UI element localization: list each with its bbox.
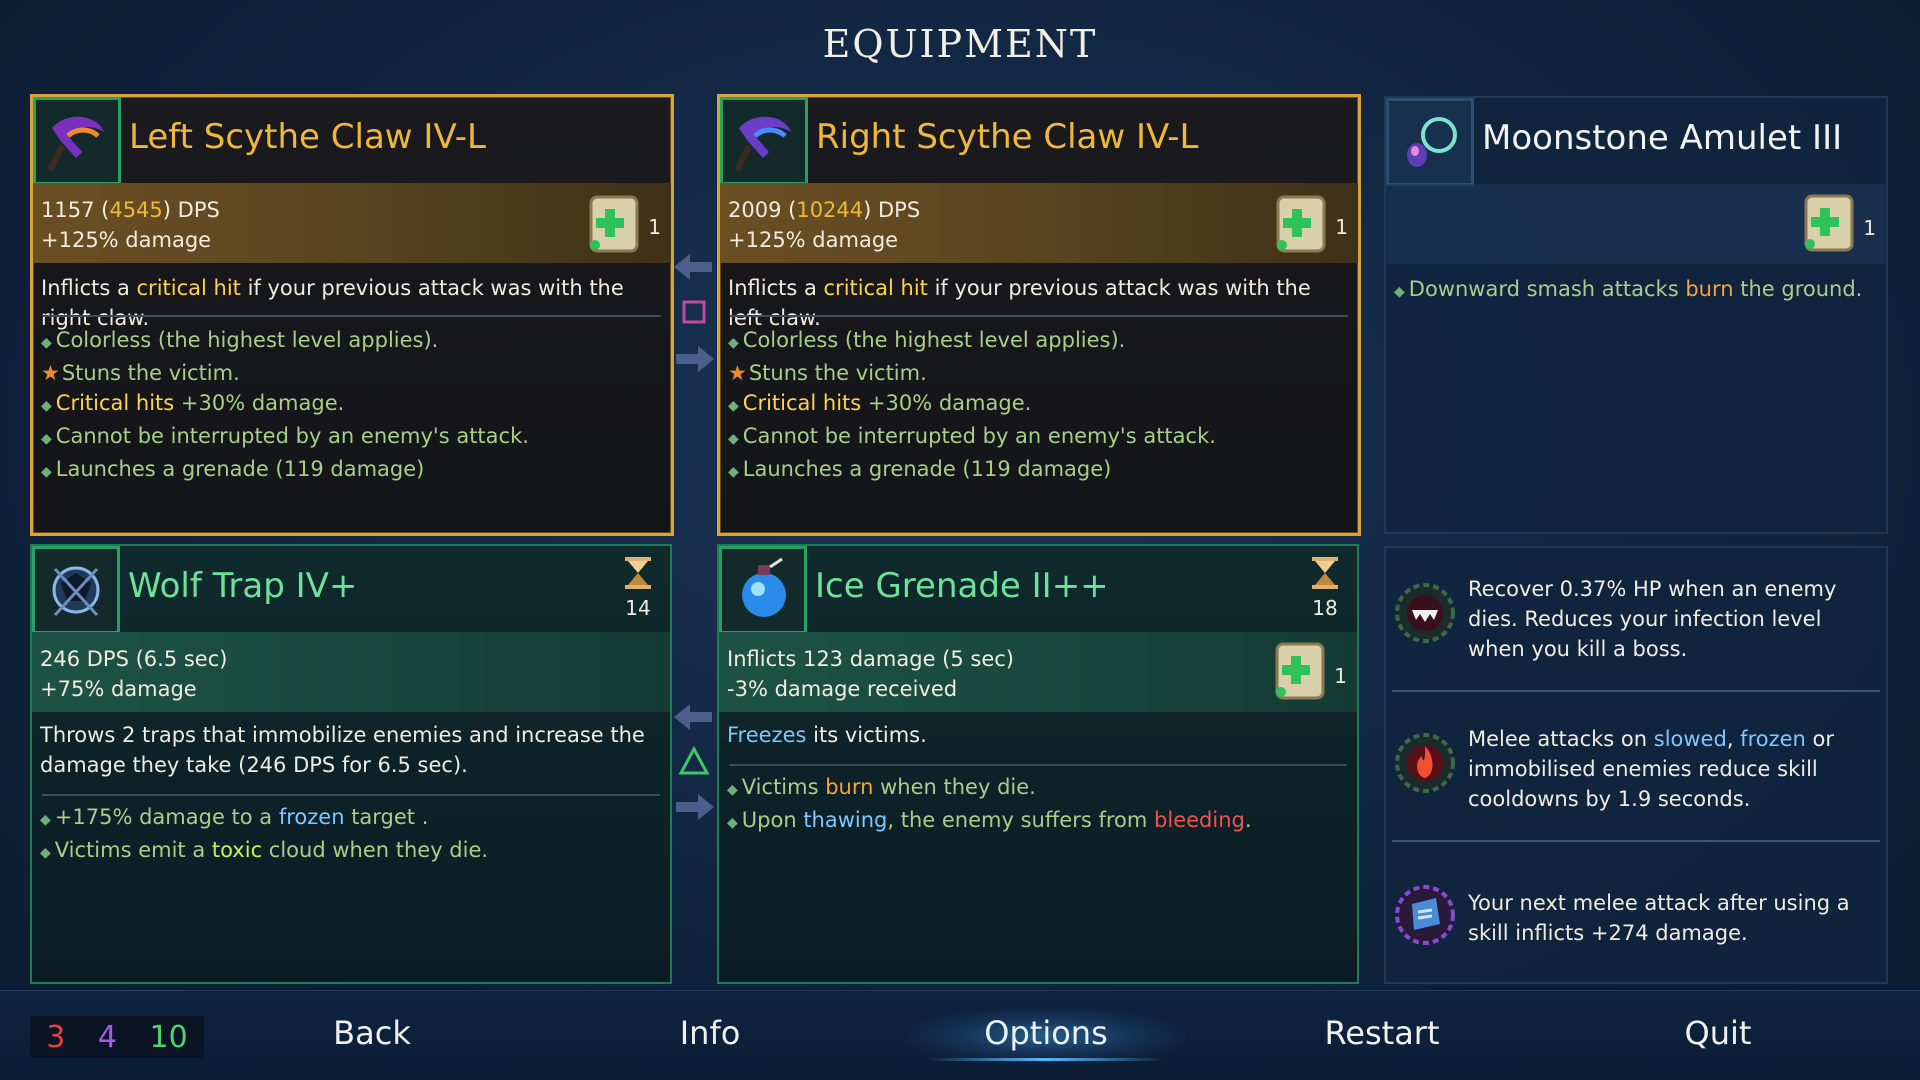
- skill-stats: 246 DPS (6.5 sec) +75% damage: [32, 632, 670, 712]
- brutality-stat: 3: [46, 1019, 66, 1055]
- scroll-icon: [589, 195, 639, 253]
- options-underline: [925, 1058, 1165, 1061]
- divider: [43, 315, 661, 317]
- swap-left-arrow-icon[interactable]: [672, 252, 716, 282]
- skill-description: Throws 2 traps that immobilize enemies a…: [40, 723, 645, 777]
- scroll-icon: [1275, 642, 1325, 700]
- scroll-icon: [1276, 195, 1326, 253]
- divider: [730, 315, 1348, 317]
- restart-button[interactable]: Restart: [1262, 1014, 1502, 1052]
- scroll-count: 1: [1335, 215, 1348, 239]
- skill-bullets: ◆ Victims burn when they die. ◆ Upon thawi…: [727, 775, 1252, 832]
- divider: [1392, 840, 1880, 842]
- amulet-card[interactable]: Moonstone Amulet III 1 ◆ Downward smash a…: [1384, 96, 1888, 534]
- mutation-text: Melee attacks on slowed, frozen or immob…: [1468, 727, 1835, 811]
- mutation-text: Your next melee attack after using a ski…: [1468, 891, 1850, 945]
- hourglass-icon: [625, 557, 651, 589]
- square-button-icon[interactable]: [680, 298, 708, 326]
- scythe-claw-icon: [33, 97, 121, 185]
- weapon-name: Right Scythe Claw IV-L: [816, 117, 1199, 157]
- skill2-card[interactable]: Ice Grenade II++ 18 Inflicts 123 damage …: [717, 544, 1359, 984]
- amulet-bullets: ◆ Downward smash attacks burn the ground.: [1394, 277, 1863, 301]
- scythe-claw-icon: [720, 97, 808, 185]
- left-weapon-card[interactable]: Left Scythe Claw IV-L 1157 (4545) DPS +1…: [30, 94, 674, 536]
- weapon-bullets: ◆ Colorless (the highest level applies). …: [728, 328, 1216, 481]
- tactics-stat: 4: [97, 1019, 117, 1055]
- mutation-text: Recover 0.37% HP when an enemy dies. Red…: [1468, 577, 1837, 661]
- swap-right-arrow-icon[interactable]: [672, 344, 716, 374]
- weapon-bullets: ◆ Colorless (the highest level applies). …: [41, 328, 529, 481]
- weapon-description: Inflicts a critical hit if your previous…: [728, 276, 1311, 330]
- swap-left-arrow-icon[interactable]: [672, 702, 716, 732]
- survival-stat: 10: [149, 1019, 188, 1055]
- mutation-item[interactable]: Recover 0.37% HP when an enemy dies. Red…: [1384, 574, 1888, 674]
- weapon-stats: 2009 (10244) DPS +125% damage: [720, 183, 1358, 263]
- weapon-stats: 1157 (4545) DPS +125% damage: [33, 183, 671, 263]
- skill1-card[interactable]: Wolf Trap IV+ 14 246 DPS (6.5 sec) +75% …: [30, 544, 672, 984]
- divider: [1392, 690, 1880, 692]
- fire-mutation-icon: [1395, 733, 1455, 793]
- quit-button[interactable]: Quit: [1598, 1014, 1838, 1052]
- weapon-description: Inflicts a critical hit if your previous…: [41, 276, 624, 330]
- skill-mutation-icon: [1395, 885, 1455, 945]
- cooldown: 14: [618, 556, 658, 620]
- triangle-button-icon[interactable]: [678, 746, 710, 776]
- skill-name: Wolf Trap IV+: [128, 566, 358, 606]
- weapon-name: Left Scythe Claw IV-L: [129, 117, 486, 157]
- skill-name: Ice Grenade II++: [815, 566, 1109, 606]
- scroll-count: 1: [1334, 664, 1347, 688]
- page-title: EQUIPMENT: [822, 22, 1098, 66]
- amulet-icon: [1386, 98, 1474, 186]
- info-button[interactable]: Info: [590, 1014, 830, 1052]
- divider: [729, 764, 1347, 766]
- options-button[interactable]: Options: [926, 1014, 1166, 1052]
- right-weapon-card[interactable]: Right Scythe Claw IV-L 2009 (10244) DPS …: [717, 94, 1361, 536]
- divider: [42, 794, 660, 796]
- ice-grenade-icon: [719, 546, 807, 634]
- vampire-mutation-icon: [1395, 583, 1455, 643]
- wolf-trap-icon: [32, 546, 120, 634]
- cooldown: 18: [1305, 556, 1345, 620]
- hourglass-icon: [1312, 557, 1338, 589]
- mutation-item[interactable]: Melee attacks on slowed, frozen or immob…: [1384, 724, 1888, 824]
- mutation-item[interactable]: Your next melee attack after using a ski…: [1384, 885, 1888, 968]
- swap-right-arrow-icon[interactable]: [672, 792, 716, 822]
- amulet-name: Moonstone Amulet III: [1482, 118, 1843, 158]
- skill-description: Freezes its victims.: [727, 723, 927, 747]
- scroll-icon: [1804, 194, 1854, 252]
- scroll-count: 1: [648, 215, 661, 239]
- stat-counters: 3 4 10: [30, 1016, 204, 1058]
- back-button[interactable]: Back: [252, 1014, 492, 1052]
- skill-bullets: ◆ +175% damage to a frozen target . ◆ Vict…: [40, 805, 489, 862]
- skill-stats: Inflicts 123 damage (5 sec) -3% damage r…: [719, 632, 1357, 712]
- scroll-count: 1: [1863, 216, 1876, 240]
